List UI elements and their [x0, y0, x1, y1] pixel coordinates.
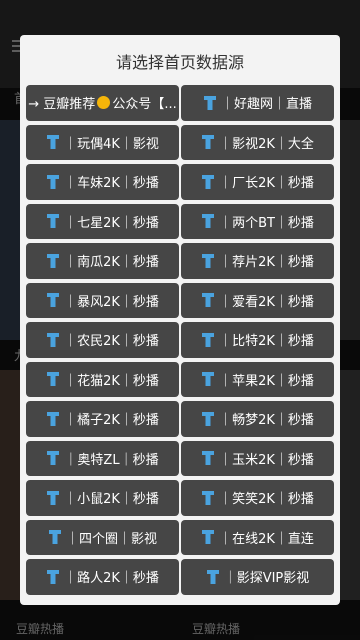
- source-button[interactable]: ｜荐片2K｜秒播: [181, 243, 334, 279]
- source-button[interactable]: ｜两个BT｜秒播: [181, 203, 334, 239]
- source-button[interactable]: ｜笑笑2K｜秒播: [181, 480, 334, 516]
- t-icon: [46, 213, 60, 229]
- source-button-douban[interactable]: → 豆瓣推荐 公众号【...: [26, 85, 179, 121]
- t-icon: [203, 95, 217, 111]
- t-icon: [201, 174, 215, 190]
- source-label: ｜比特2K｜秒播: [219, 334, 314, 350]
- source-label: ｜四个圈｜影视: [65, 531, 157, 547]
- t-icon: [201, 411, 215, 427]
- t-icon: [201, 529, 215, 545]
- source-label: ｜玩偶4K｜影视: [64, 136, 159, 152]
- source-button[interactable]: ｜比特2K｜秒播: [181, 322, 334, 358]
- t-icon: [46, 371, 60, 387]
- source-button[interactable]: ｜农民2K｜秒播: [26, 322, 179, 358]
- t-icon: [46, 174, 60, 190]
- source-label: ｜爱看2K｜秒播: [219, 294, 314, 310]
- source-button[interactable]: ｜在线2K｜直连: [181, 519, 334, 555]
- source-button[interactable]: ｜好趣网｜直播: [181, 85, 334, 121]
- douban-prefix: → 豆瓣推荐: [28, 97, 96, 113]
- source-grid: → 豆瓣推荐 公众号【... ｜好趣网｜直播 ｜玩偶4K｜影视 ｜影视2K｜大全 ｜车…: [26, 85, 334, 595]
- source-label: ｜厂长2K｜秒播: [219, 176, 314, 192]
- source-button[interactable]: ｜橘子2K｜秒播: [26, 401, 179, 437]
- t-icon: [46, 569, 60, 585]
- source-button[interactable]: ｜暴风2K｜秒播: [26, 282, 179, 318]
- source-button[interactable]: ｜车妹2K｜秒播: [26, 164, 179, 200]
- t-icon: [201, 371, 215, 387]
- t-icon: [46, 490, 60, 506]
- douban-suffix: 公众号【...: [112, 97, 177, 113]
- source-label: ｜暴风2K｜秒播: [64, 294, 159, 310]
- t-icon: [201, 253, 215, 269]
- dialog-title: 请选择首页数据源: [115, 53, 244, 72]
- source-button[interactable]: ｜奥特ZL｜秒播: [26, 440, 179, 476]
- source-button[interactable]: ｜小鼠2K｜秒播: [26, 480, 179, 516]
- source-button[interactable]: ｜影探VIP影视: [181, 559, 334, 595]
- source-label: ｜路人2K｜秒播: [64, 571, 159, 587]
- source-button[interactable]: ｜七星2K｜秒播: [26, 203, 179, 239]
- source-label: ｜畅梦2K｜秒播: [219, 413, 314, 429]
- t-icon: [201, 134, 215, 150]
- source-label: ｜影探VIP影视: [223, 571, 310, 587]
- t-icon: [201, 213, 215, 229]
- source-label: ｜小鼠2K｜秒播: [64, 492, 159, 508]
- source-label: ｜农民2K｜秒播: [64, 334, 159, 350]
- source-label: ｜在线2K｜直连: [219, 531, 314, 547]
- t-icon: [46, 134, 60, 150]
- t-icon: [46, 332, 60, 348]
- source-label: ｜南瓜2K｜秒播: [64, 255, 159, 271]
- source-label: ｜花猫2K｜秒播: [64, 373, 159, 389]
- t-icon: [46, 450, 60, 466]
- source-label: ｜好趣网｜直播: [220, 97, 312, 113]
- source-button[interactable]: ｜花猫2K｜秒播: [26, 361, 179, 397]
- source-label: ｜橘子2K｜秒播: [64, 413, 159, 429]
- source-button[interactable]: ｜四个圈｜影视: [26, 519, 179, 555]
- t-icon: [46, 292, 60, 308]
- t-icon: [48, 529, 62, 545]
- source-button[interactable]: ｜玉米2K｜秒播: [181, 440, 334, 476]
- t-icon: [46, 411, 60, 427]
- source-label: ｜笑笑2K｜秒播: [219, 492, 314, 508]
- source-button[interactable]: ｜路人2K｜秒播: [26, 559, 179, 595]
- t-icon: [201, 490, 215, 506]
- source-button[interactable]: ｜南瓜2K｜秒播: [26, 243, 179, 279]
- source-button[interactable]: ｜苹果2K｜秒播: [181, 361, 334, 397]
- t-icon: [46, 253, 60, 269]
- coin-icon: [97, 96, 111, 110]
- source-label: ｜奥特ZL｜秒播: [64, 452, 159, 468]
- source-button[interactable]: ｜影视2K｜大全: [181, 124, 334, 160]
- source-button[interactable]: ｜畅梦2K｜秒播: [181, 401, 334, 437]
- t-icon: [201, 332, 215, 348]
- source-label: ｜车妹2K｜秒播: [64, 176, 159, 192]
- source-label: ｜玉米2K｜秒播: [219, 452, 314, 468]
- t-icon: [201, 292, 215, 308]
- source-select-dialog: 请选择首页数据源 → 豆瓣推荐 公众号【... ｜好趣网｜直播 ｜玩偶4K｜影视 ｜…: [20, 35, 340, 605]
- t-icon: [206, 569, 220, 585]
- t-icon: [201, 450, 215, 466]
- source-button[interactable]: ｜厂长2K｜秒播: [181, 164, 334, 200]
- source-label: ｜影视2K｜大全: [219, 136, 314, 152]
- source-label: ｜七星2K｜秒播: [64, 215, 159, 231]
- source-button[interactable]: ｜玩偶4K｜影视: [26, 124, 179, 160]
- source-label: ｜苹果2K｜秒播: [219, 373, 314, 389]
- source-label: ｜荐片2K｜秒播: [219, 255, 314, 271]
- source-label: ｜两个BT｜秒播: [219, 215, 314, 231]
- source-button[interactable]: ｜爱看2K｜秒播: [181, 282, 334, 318]
